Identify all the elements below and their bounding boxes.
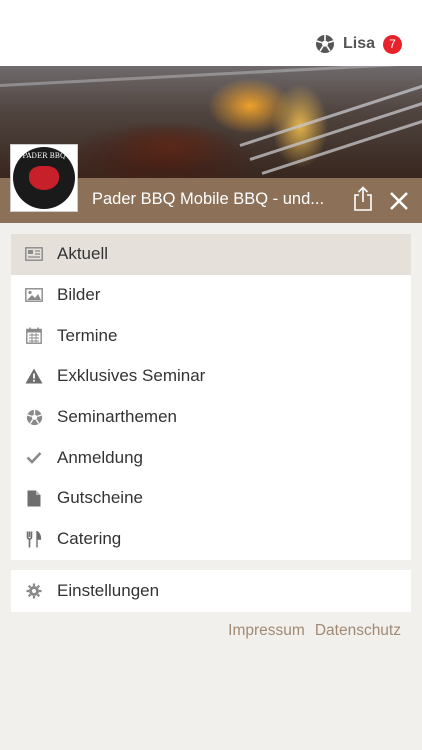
impressum-link[interactable]: Impressum xyxy=(228,622,305,640)
datenschutz-link[interactable]: Datenschutz xyxy=(315,622,401,640)
warning-icon xyxy=(25,367,43,385)
user-profile[interactable]: Lisa 7 xyxy=(315,32,402,56)
menu-item-label: Exklusives Seminar xyxy=(57,366,206,386)
navigation-menu: Aktuell Bilder Termine Exklusives Semina… xyxy=(11,234,411,560)
soccer-ball-icon xyxy=(25,408,43,426)
menu-item-exklusives-seminar[interactable]: Exklusives Seminar xyxy=(11,356,411,397)
menu-item-label: Aktuell xyxy=(57,244,109,264)
checkmark-icon xyxy=(25,449,43,467)
menu-item-seminarthemen[interactable]: Seminarthemen xyxy=(11,397,411,438)
logo-text: PADER BBQ xyxy=(22,152,66,160)
gear-icon xyxy=(25,582,43,600)
menu-item-termine[interactable]: Termine xyxy=(11,315,411,356)
cutlery-icon xyxy=(25,530,43,548)
close-icon[interactable] xyxy=(388,190,410,212)
menu-item-label: Gutscheine xyxy=(57,488,143,508)
menu-item-gutscheine[interactable]: Gutscheine xyxy=(11,478,411,519)
app-title: Pader BBQ Mobile BBQ - und... xyxy=(92,190,325,208)
share-icon[interactable] xyxy=(352,186,374,212)
menu-item-catering[interactable]: Catering xyxy=(11,519,411,560)
menu-item-label: Einstellungen xyxy=(57,581,160,600)
top-bar: Lisa 7 xyxy=(0,0,422,66)
menu-item-anmeldung[interactable]: Anmeldung xyxy=(11,437,411,478)
menu-item-label: Seminarthemen xyxy=(57,407,178,427)
grill-lid-edge xyxy=(0,66,422,87)
menu-item-einstellungen[interactable]: Einstellungen xyxy=(11,570,411,612)
app-logo: PADER BBQ xyxy=(10,144,78,212)
notification-badge: 7 xyxy=(383,34,402,54)
logo-badge: PADER BBQ xyxy=(13,147,75,209)
menu-item-label: Termine xyxy=(57,325,118,345)
calendar-icon xyxy=(25,327,43,345)
menu-item-bilder[interactable]: Bilder xyxy=(11,275,411,316)
menu-item-label: Catering xyxy=(57,529,122,549)
document-icon xyxy=(25,489,43,507)
grill-grate xyxy=(261,104,422,175)
menu-item-aktuell[interactable]: Aktuell xyxy=(11,234,411,275)
menu-item-label: Anmeldung xyxy=(57,447,144,467)
image-icon xyxy=(25,286,43,304)
footer-links: Impressum Datenschutz xyxy=(228,622,401,640)
bull-icon xyxy=(29,166,59,190)
soccer-ball-icon xyxy=(315,35,334,53)
newspaper-icon xyxy=(25,245,43,263)
settings-section: Einstellungen xyxy=(11,570,411,612)
menu-item-label: Bilder xyxy=(57,285,101,305)
user-name: Lisa xyxy=(342,35,375,52)
